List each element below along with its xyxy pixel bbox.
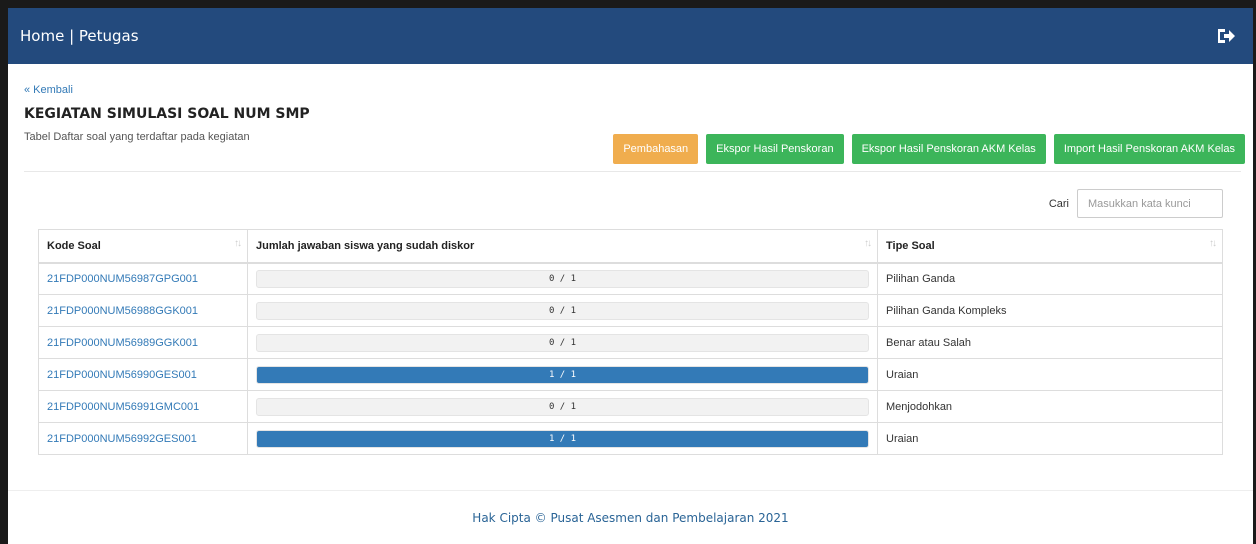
kode-soal-cell: 21FDP000NUM56991GMC001 (38, 390, 248, 423)
page-title: KEGIATAN SIMULASI SOAL NUM SMP (24, 106, 310, 122)
tipe-soal-cell: Uraian (877, 422, 1223, 455)
table-row: 21FDP000NUM56988GGK001 0 / 1 Pilihan Ganda… (38, 294, 1223, 327)
sort-icon[interactable]: ↑↓ (234, 238, 242, 249)
logout-icon[interactable] (1215, 25, 1237, 47)
table-header-row: Kode Soal ↑↓ Jumlah jawaban siswa yang s… (38, 229, 1223, 264)
progress-bar: 0 / 1 (256, 397, 869, 416)
progress-text: 0 / 1 (548, 305, 577, 316)
import-akm-button[interactable]: Import Hasil Penskoran AKM Kelas (1053, 134, 1245, 164)
sort-icon[interactable]: ↑↓ (1209, 238, 1217, 249)
progress-bar: 0 / 1 (256, 333, 869, 352)
header-label: Kode Soal (47, 239, 101, 252)
kode-soal-cell: 21FDP000NUM56992GES001 (38, 422, 248, 455)
table-row: 21FDP000NUM56990GES001 1 / 1 Uraian (38, 358, 1223, 391)
header-jumlah-jawaban[interactable]: Jumlah jawaban siswa yang sudah diskor ↑… (247, 229, 878, 264)
kode-soal-link[interactable]: 21FDP000NUM56988GGK001 (47, 305, 198, 317)
tipe-soal-cell: Pilihan Ganda Kompleks (877, 294, 1223, 327)
footer: Hak Cipta © Pusat Asesmen dan Pembelajar… (472, 511, 789, 525)
progress-cell: 0 / 1 (247, 262, 878, 295)
kode-soal-link[interactable]: 21FDP000NUM56992GES001 (47, 433, 197, 445)
progress-text: 0 / 1 (548, 337, 577, 348)
pembahasan-button[interactable]: Pembahasan (613, 134, 699, 164)
progress-text: 0 / 1 (548, 273, 577, 284)
navbar-brand[interactable]: Home | Petugas (20, 27, 139, 45)
sort-icon[interactable]: ↑↓ (864, 238, 872, 249)
progress-text: 1 / 1 (548, 369, 577, 380)
ekspor-hasil-button[interactable]: Ekspor Hasil Penskoran (706, 134, 844, 164)
kode-soal-cell: 21FDP000NUM56990GES001 (38, 358, 248, 391)
tipe-soal-cell: Benar atau Salah (877, 326, 1223, 359)
back-link[interactable]: « Kembali (24, 84, 73, 96)
table-row: 21FDP000NUM56992GES001 1 / 1 Uraian (38, 422, 1223, 455)
action-buttons: Pembahasan Ekspor Hasil Penskoran Ekspor… (613, 134, 1245, 164)
search-input[interactable] (1077, 189, 1223, 218)
progress-bar: 1 / 1 (256, 429, 869, 448)
progress-text: 0 / 1 (548, 401, 577, 412)
tipe-soal-cell: Menjodohkan (877, 390, 1223, 423)
app-window: Home | Petugas « Kembali KEGIATAN SIMULA… (0, 0, 1256, 544)
progress-cell: 0 / 1 (247, 326, 878, 359)
progress-text: 1 / 1 (548, 433, 577, 444)
progress-cell: 1 / 1 (247, 422, 878, 455)
kode-soal-cell: 21FDP000NUM56988GGK001 (38, 294, 248, 327)
header-tipe-soal[interactable]: Tipe Soal ↑↓ (877, 229, 1223, 264)
table-row: 21FDP000NUM56989GGK001 0 / 1 Benar atau Sa… (38, 326, 1223, 359)
kode-soal-cell: 21FDP000NUM56989GGK001 (38, 326, 248, 359)
header-label: Jumlah jawaban siswa yang sudah diskor (256, 239, 475, 252)
tipe-soal-cell: Uraian (877, 358, 1223, 391)
ekspor-akm-button[interactable]: Ekspor Hasil Penskoran AKM Kelas (851, 134, 1046, 164)
progress-cell: 0 / 1 (247, 294, 878, 327)
kode-soal-cell: 21FDP000NUM56987GPG001 (38, 262, 248, 295)
table-row: 21FDP000NUM56991GMC001 0 / 1 Menjodohkan (38, 390, 1223, 423)
kode-soal-link[interactable]: 21FDP000NUM56991GMC001 (47, 401, 199, 413)
header-kode-soal[interactable]: Kode Soal ↑↓ (38, 229, 248, 264)
footer-divider (8, 490, 1253, 491)
progress-bar: 1 / 1 (256, 365, 869, 384)
soal-table: Kode Soal ↑↓ Jumlah jawaban siswa yang s… (38, 229, 1223, 455)
divider (24, 171, 1241, 172)
kode-soal-link[interactable]: 21FDP000NUM56990GES001 (47, 369, 197, 381)
table-row: 21FDP000NUM56987GPG001 0 / 1 Pilihan Ganda (38, 262, 1223, 295)
tipe-soal-cell: Pilihan Ganda (877, 262, 1223, 295)
kode-soal-link[interactable]: 21FDP000NUM56989GGK001 (47, 337, 198, 349)
progress-bar: 0 / 1 (256, 269, 869, 288)
navbar: Home | Petugas (8, 8, 1253, 64)
search-label: Cari (1048, 197, 1069, 210)
progress-bar: 0 / 1 (256, 301, 869, 320)
header-label: Tipe Soal (886, 239, 935, 252)
search-row: Cari (24, 189, 1241, 218)
kode-soal-link[interactable]: 21FDP000NUM56987GPG001 (47, 273, 198, 285)
progress-cell: 1 / 1 (247, 358, 878, 391)
main-content: « Kembali KEGIATAN SIMULASI SOAL NUM SMP… (8, 64, 1253, 455)
progress-cell: 0 / 1 (247, 390, 878, 423)
